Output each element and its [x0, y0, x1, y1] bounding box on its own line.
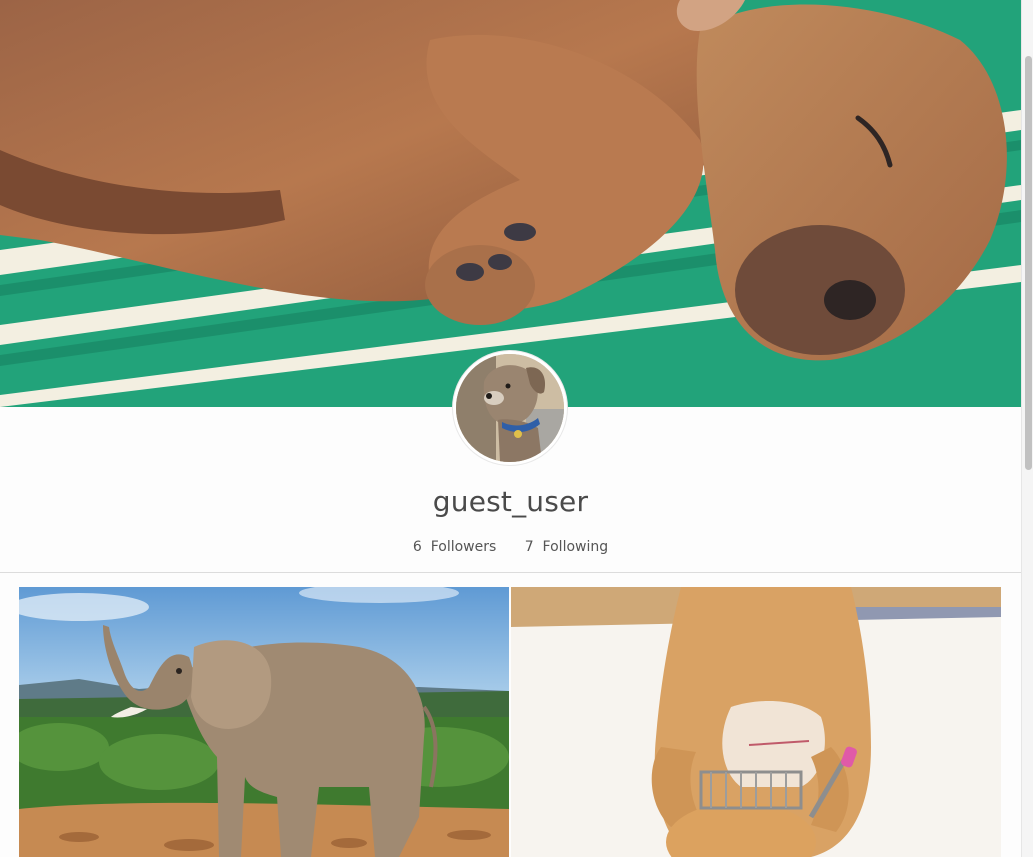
- cover-photo: [0, 0, 1021, 407]
- photo-tile-elephant[interactable]: [19, 587, 509, 857]
- page-scrollbar[interactable]: [1021, 0, 1033, 857]
- followers-label: Followers: [426, 539, 497, 555]
- profile-avatar[interactable]: [453, 351, 567, 465]
- following-link[interactable]: 7 Following: [525, 539, 608, 555]
- followers-link[interactable]: 6 Followers: [413, 539, 496, 555]
- following-label: Following: [538, 539, 609, 555]
- profile-page: guest_user 6 Followers 7 Following: [0, 0, 1033, 857]
- profile-username: guest_user: [432, 485, 589, 518]
- photo-tile-cat[interactable]: [511, 587, 1001, 857]
- following-count: 7: [524, 539, 534, 555]
- followers-count: 6: [412, 539, 422, 555]
- profile-stats: 6 Followers 7 Following: [0, 539, 1021, 555]
- photo-grid: [19, 587, 1001, 857]
- scrollbar-thumb[interactable]: [1025, 56, 1032, 470]
